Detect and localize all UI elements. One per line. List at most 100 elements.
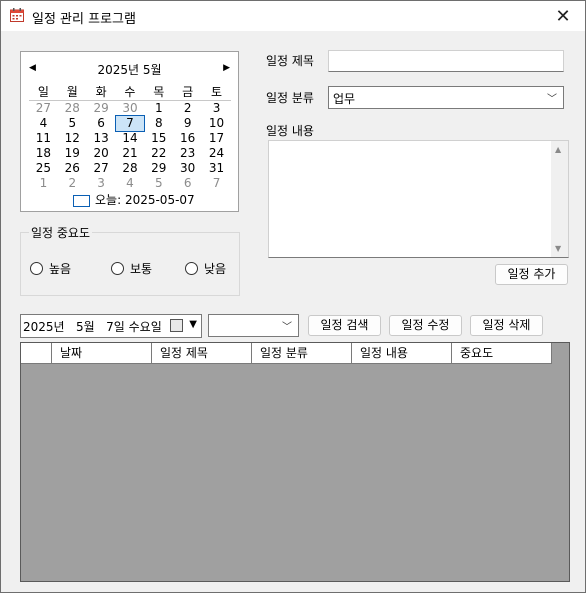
calendar-day[interactable]: 2 — [58, 176, 87, 191]
scroll-down-icon[interactable]: ▼ — [555, 244, 561, 253]
priority-radio-high[interactable]: 높음 — [30, 260, 71, 277]
calendar-day[interactable]: 25 — [29, 161, 58, 176]
calendar-day[interactable]: 27 — [87, 161, 116, 176]
main-window: 일정 관리 프로그램 ✕ ◀ 2025년 5월 ▶ 일 월 화 수 목 금 토 27 28 29 3… — [0, 0, 586, 593]
calendar-day[interactable]: 4 — [116, 176, 145, 191]
weekday-header: 월 — [57, 84, 87, 101]
calendar-day[interactable]: 29 — [87, 101, 116, 117]
calendar-today[interactable]: 오늘: 2025-05-07 — [73, 191, 195, 208]
calendar-day[interactable]: 1 — [144, 101, 173, 117]
search-button[interactable]: 일정 검색 — [308, 315, 381, 336]
calendar-day[interactable]: 6 — [87, 116, 116, 131]
calendar-day[interactable]: 5 — [144, 176, 173, 191]
category-label: 일정 분류 — [266, 91, 314, 105]
calendar-dropdown-icon[interactable] — [170, 319, 183, 332]
calendar-month-label[interactable]: 2025년 5월 — [21, 61, 238, 78]
calendar-day[interactable]: 3 — [202, 101, 231, 117]
today-label: 오늘: 2025-05-07 — [95, 193, 195, 207]
column-header-content[interactable]: 일정 내용 — [352, 343, 452, 364]
calendar-day[interactable]: 11 — [29, 131, 58, 146]
window-title: 일정 관리 프로그램 — [32, 12, 136, 27]
title-bar: 일정 관리 프로그램 ✕ — [1, 1, 585, 31]
weekday-header: 화 — [86, 84, 116, 101]
date-picker-value[interactable]: 2025년 5월 7일 수요일 — [23, 318, 162, 335]
calendar-day[interactable]: 2 — [173, 101, 202, 117]
schedule-table[interactable]: 날짜 일정 제목 일정 분류 일정 내용 중요도 — [20, 342, 570, 582]
column-header-title[interactable]: 일정 제목 — [152, 343, 252, 364]
category-select-value: 업무 — [333, 92, 356, 106]
today-marker-icon — [73, 194, 90, 207]
calendar-day[interactable]: 24 — [202, 146, 231, 161]
calendar-day[interactable]: 22 — [144, 146, 173, 161]
category-select[interactable]: 업무 ﹀ — [328, 86, 564, 109]
chevron-down-icon[interactable]: ▼ — [189, 319, 197, 330]
column-header-category[interactable]: 일정 분류 — [252, 343, 352, 364]
calendar-day[interactable]: 30 — [173, 161, 202, 176]
calendar-day[interactable]: 16 — [173, 131, 202, 146]
calendar-day[interactable]: 27 — [29, 101, 58, 117]
calendar-day[interactable]: 28 — [58, 101, 87, 117]
calendar-day[interactable]: 21 — [116, 146, 145, 161]
add-schedule-button[interactable]: 일정 추가 — [495, 264, 568, 285]
calendar-day[interactable]: 6 — [173, 176, 202, 191]
table-header-row: 날짜 일정 제목 일정 분류 일정 내용 중요도 — [21, 343, 552, 365]
delete-button[interactable]: 일정 삭제 — [470, 315, 543, 336]
priority-option-label: 높음 — [49, 262, 72, 276]
priority-radio-normal[interactable]: 보통 — [111, 260, 152, 277]
calendar-day[interactable]: 26 — [58, 161, 87, 176]
priority-option-label: 낮음 — [204, 262, 227, 276]
calendar-day[interactable]: 14 — [116, 131, 145, 146]
weekday-header: 일 — [29, 84, 58, 101]
weekday-header: 수 — [115, 84, 145, 101]
calendar-day[interactable]: 28 — [116, 161, 145, 176]
date-picker[interactable]: 2025년 5월 7일 수요일 ▼ — [20, 314, 202, 338]
edit-button[interactable]: 일정 수정 — [389, 315, 462, 336]
chevron-down-icon: ﹀ — [282, 322, 292, 333]
priority-option-label: 보통 — [130, 262, 153, 276]
calendar-day[interactable]: 23 — [173, 146, 202, 161]
column-header-date[interactable]: 날짜 — [52, 343, 152, 364]
close-icon: ✕ — [555, 5, 571, 27]
weekday-header: 목 — [144, 84, 174, 101]
calendar-day[interactable]: 7 — [202, 176, 231, 191]
close-button[interactable]: ✕ — [541, 1, 585, 31]
calendar-day[interactable]: 18 — [29, 146, 58, 161]
content-textarea[interactable]: ▲ ▼ — [268, 140, 569, 258]
calendar-day[interactable]: 13 — [87, 131, 116, 146]
radio-circle-icon — [30, 262, 43, 275]
row-header-corner[interactable] — [21, 343, 52, 364]
calendar-day-selected[interactable]: 7 — [114, 115, 146, 132]
calendar-icon — [10, 8, 24, 22]
content-label: 일정 내용 — [266, 124, 314, 138]
calendar-day-grid: 일 월 화 수 목 금 토 27 28 29 30 1 2 3 4 5 6 7 8 9 10 11 12 13 14 15 16 17… — [29, 84, 231, 191]
calendar-day[interactable]: 8 — [144, 116, 173, 131]
title-label: 일정 제목 — [266, 54, 314, 68]
calendar-day[interactable]: 1 — [29, 176, 58, 191]
priority-group: 일정 중요도 높음 보통 낮음 — [20, 224, 240, 296]
calendar-day[interactable]: 10 — [202, 116, 231, 131]
radio-circle-icon — [111, 262, 124, 275]
radio-circle-icon — [185, 262, 198, 275]
month-calendar[interactable]: ◀ 2025년 5월 ▶ 일 월 화 수 목 금 토 27 28 29 30 1 2 3 4 5 6 7 8 9 10 1… — [20, 51, 239, 212]
weekday-header: 금 — [173, 84, 203, 101]
calendar-day[interactable]: 17 — [202, 131, 231, 146]
column-header-priority[interactable]: 중요도 — [452, 343, 552, 364]
calendar-day[interactable]: 31 — [202, 161, 231, 176]
calendar-day[interactable]: 4 — [29, 116, 58, 131]
calendar-day[interactable]: 15 — [144, 131, 173, 146]
calendar-day[interactable]: 19 — [58, 146, 87, 161]
next-month-icon[interactable]: ▶ — [223, 63, 230, 73]
calendar-day[interactable]: 5 — [58, 116, 87, 131]
calendar-day[interactable]: 9 — [173, 116, 202, 131]
filter-select[interactable]: ﹀ — [208, 314, 299, 337]
calendar-day[interactable]: 20 — [87, 146, 116, 161]
title-input[interactable] — [328, 50, 564, 72]
calendar-day[interactable]: 29 — [144, 161, 173, 176]
calendar-day[interactable]: 30 — [116, 101, 145, 117]
weekday-header: 토 — [202, 84, 231, 101]
calendar-day[interactable]: 3 — [87, 176, 116, 191]
calendar-day[interactable]: 12 — [58, 131, 87, 146]
content-scrollbar[interactable]: ▲ ▼ — [551, 141, 568, 257]
scroll-up-icon[interactable]: ▲ — [555, 145, 561, 154]
priority-radio-low[interactable]: 낮음 — [185, 260, 226, 277]
